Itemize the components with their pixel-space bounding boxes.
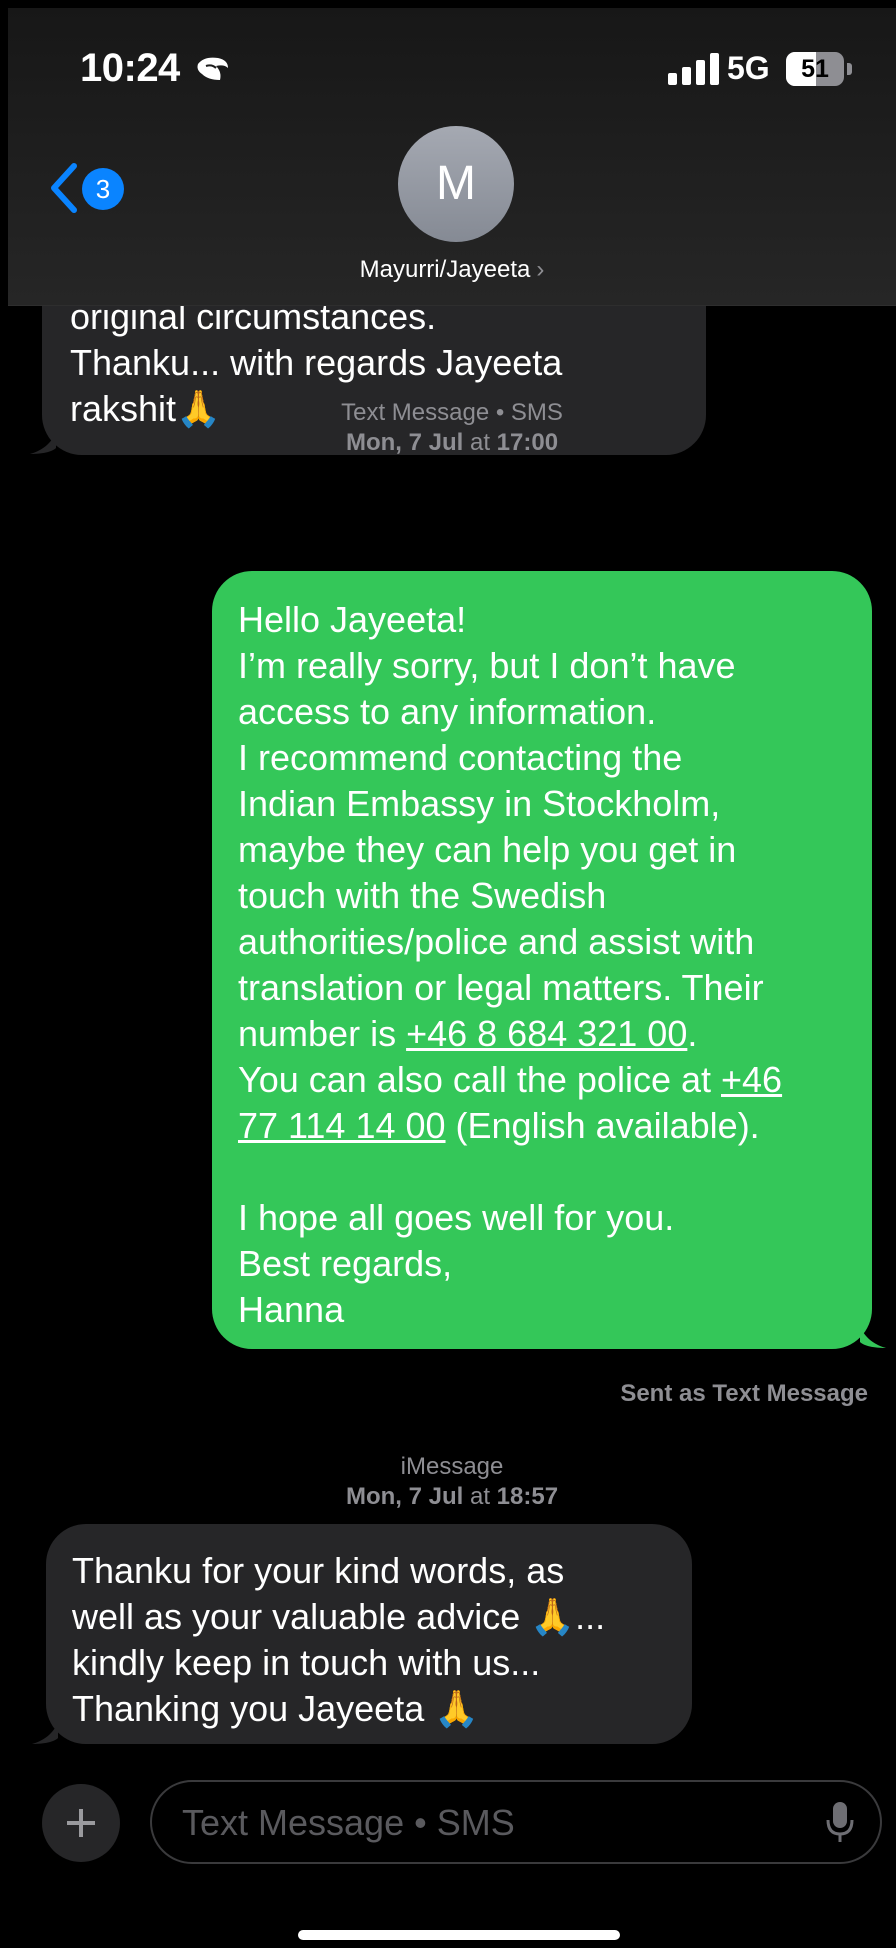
timestamp-header: iMessage Mon, 7 Jul at 18:57 <box>8 1452 896 1512</box>
service-label: Text Message • SMS <box>341 399 563 426</box>
police-phone-link-part1[interactable]: +46 <box>721 1059 782 1100</box>
messages-screen: original circumstances. Thanku... with r… <box>8 8 896 1948</box>
message-line: Best regards, <box>238 1243 453 1284</box>
microphone-icon[interactable] <box>826 1800 854 1844</box>
message-line: Thanku... with regards Jayeeta <box>70 342 563 383</box>
home-indicator[interactable] <box>298 1930 620 1940</box>
message-line: touch with the Swedish <box>238 875 607 916</box>
message-line: well as your valuable advice 🙏... <box>72 1596 606 1637</box>
back-chevron-icon <box>51 163 77 213</box>
bubble-tail-icon <box>32 1722 58 1744</box>
message-line-blank <box>238 1149 846 1195</box>
received-message-bubble[interactable]: Thanku for your kind words, as well as y… <box>46 1524 692 1744</box>
message-line: kindly keep in touch with us... <box>72 1642 541 1683</box>
message-line: authorities/police and assist with <box>238 921 755 962</box>
conversation-header: 10:24 5G 51 3 M Mayurri/Jayeeta › <box>8 8 896 306</box>
date-time-label: Mon, 7 Jul at 17:00 <box>345 429 559 456</box>
chevron-right-icon: › <box>536 256 545 283</box>
message-input[interactable] <box>180 1796 784 1850</box>
focus-moon-icon <box>197 57 228 80</box>
message-line: You can also call the police at +46 <box>238 1059 783 1100</box>
bubble-tail-icon <box>860 1326 886 1348</box>
sent-as-text-note: Sent as Text Message <box>620 1380 868 1407</box>
message-line: Thanking you Jayeeta 🙏 <box>72 1688 480 1729</box>
message-line: Hanna <box>238 1289 345 1330</box>
message-line: I’m really sorry, but I don’t have <box>238 645 736 686</box>
message-line: Thanku for your kind words, as <box>72 1550 565 1591</box>
message-line: I hope all goes well for you. <box>238 1197 675 1238</box>
message-line: access to any information. <box>238 691 657 732</box>
message-compose-field[interactable] <box>150 1780 882 1864</box>
date-time-label: Mon, 7 Jul at 18:57 <box>345 1483 559 1510</box>
signal-icon <box>668 53 719 85</box>
message-line: number is +46 8 684 321 00. <box>238 1013 698 1054</box>
message-line: I recommend contacting the <box>238 737 683 778</box>
message-line: translation or legal matters. Their <box>238 967 764 1008</box>
back-button[interactable]: 3 <box>44 158 134 218</box>
unread-badge: 3 <box>82 168 124 210</box>
status-time: 10:24 <box>80 46 180 90</box>
contact-name: Mayurri/Jayeeta <box>359 256 531 283</box>
battery-icon: 51 <box>786 52 854 88</box>
police-phone-link-part2[interactable]: 77 114 14 00 <box>238 1105 446 1146</box>
contact-avatar[interactable]: M <box>398 126 514 242</box>
battery-percent: 51 <box>801 55 829 83</box>
message-line: Indian Embassy in Stockholm, <box>238 783 721 824</box>
plus-button[interactable] <box>42 1784 120 1862</box>
message-line: 77 114 14 00 (English available). <box>238 1105 760 1146</box>
message-line: Hello Jayeeta! <box>238 599 467 640</box>
network-type: 5G <box>727 50 770 86</box>
timestamp-header: Text Message • SMS Mon, 7 Jul at 17:00 <box>8 398 896 458</box>
sent-message-bubble[interactable]: Hello Jayeeta! I’m really sorry, but I d… <box>212 571 872 1349</box>
embassy-phone-link[interactable]: +46 8 684 321 00 <box>406 1013 687 1054</box>
service-label: iMessage <box>400 1453 504 1480</box>
contact-name-button[interactable]: Mayurri/Jayeeta › <box>8 256 896 284</box>
message-line: maybe they can help you get in <box>238 829 737 870</box>
